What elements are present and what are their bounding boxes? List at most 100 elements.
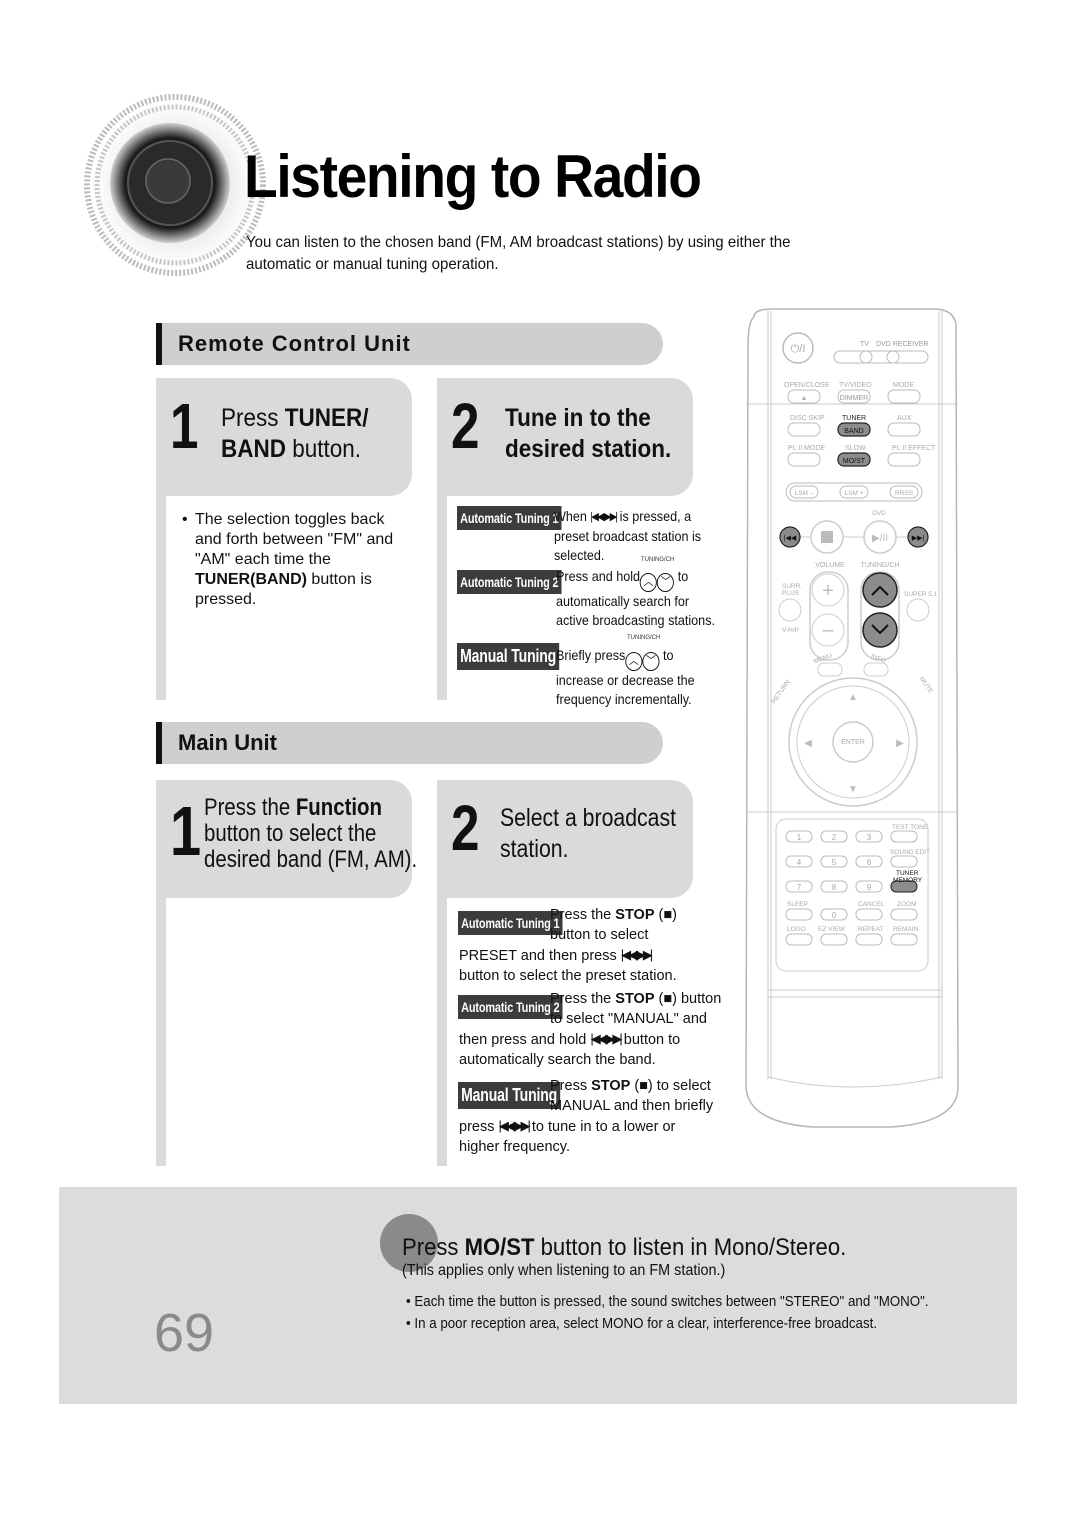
rrss-label: RRSS (895, 490, 914, 497)
arrow-right-icon: ▶ (896, 738, 904, 749)
text: press (459, 1119, 495, 1135)
text: station. (500, 835, 569, 863)
sound-edit-button (890, 855, 918, 868)
disc-skip-label: DISC SKIP (790, 415, 825, 422)
svg-text:8: 8 (832, 883, 837, 892)
text: MANUAL and then briefly (550, 1098, 714, 1114)
lsm-minus-label: LSM – (795, 490, 814, 497)
sleep-label: SLEEP (787, 901, 808, 908)
text: button to listen in Mono/Stereo. (534, 1234, 847, 1261)
bullet-text: The selection toggles back and forth bet… (195, 510, 412, 610)
text: Press (221, 404, 285, 432)
ez-view-button (820, 933, 848, 946)
badge-label: Automatic Tuning 2 (458, 995, 563, 1019)
dimmer-label: DIMMER (840, 395, 868, 402)
text: desired station. (505, 435, 672, 463)
text: to tune in to a lower or (531, 1119, 676, 1135)
text: When (554, 508, 587, 524)
text: Select a broadcast (500, 804, 677, 832)
surr-plus-label: SURR. (782, 583, 802, 590)
section-title: Remote Control Unit (178, 331, 411, 356)
tuning-description: Press STOP (■) to select MANUAL and then… (550, 1076, 713, 1116)
text: to select "MANUAL" and (550, 1011, 707, 1027)
logo-label: LOGO (787, 926, 806, 933)
badge-label: Automatic Tuning 1 (457, 506, 562, 530)
digit-button: 6 (855, 855, 883, 868)
svg-text:2: 2 (832, 833, 837, 842)
intro-text: You can listen to the chosen band (FM, A… (246, 234, 791, 273)
button-name: STOP (615, 907, 655, 923)
remote-control-graphic: ⏻/I TV DVD RECEIVER OPEN/CLOSE TV/VIDEO … (745, 308, 959, 1128)
skip-back-forward-icon: |◀◀ ▶▶| (620, 947, 653, 962)
step-instruction: Select a broadcast station. (500, 803, 676, 865)
text: Press and hold (556, 568, 641, 584)
tuning-down-icon: ﹀ (657, 573, 675, 592)
section-title: Main Unit (178, 730, 277, 755)
dvd-receiver-label: DVD RECEIVER (876, 341, 929, 348)
page-number: 69 (154, 1303, 215, 1363)
svg-text:4: 4 (797, 858, 802, 867)
page-title: Listening to Radio (244, 143, 702, 210)
svg-text:1: 1 (797, 833, 802, 842)
digit-button: 0 (820, 908, 848, 921)
text: then press and hold (459, 1032, 587, 1048)
skip-back-forward-icon: |◀◀ ▶▶| (498, 1118, 531, 1133)
step-number: 2 (451, 390, 480, 462)
tuner-label: TUNER (842, 415, 866, 422)
test-tone-label: TEST TONE (892, 824, 929, 831)
tip-bullet: • In a poor reception area, select MONO … (406, 1316, 878, 1332)
stop-icon (821, 531, 833, 543)
tuning-description: Press and hold ︿ ﹀ to automatically search… (556, 567, 723, 630)
tuning-up-icon: ︿ (640, 573, 658, 592)
pl2-mode-label: PL II MODE (788, 445, 825, 452)
tuning-description: Press the STOP (■) button to select "MAN… (550, 989, 721, 1029)
repeat-label: REPEAT (858, 926, 884, 933)
svg-text:7: 7 (797, 883, 802, 892)
text: Briefly press (556, 647, 626, 663)
tuning-description: Briefly press ︿ ﹀ to increase or decrease … (556, 646, 718, 709)
tip-title: Press MO/ST button to listen in Mono/Ste… (402, 1234, 846, 1262)
text: Each time the button is pressed, the sou… (414, 1294, 929, 1310)
zoom-label: ZOOM (897, 901, 917, 908)
text: Tune in to the (505, 404, 651, 432)
tuning-description: then press and hold |◀◀ ▶▶| button to au… (459, 1029, 729, 1070)
most-label: MO/ST (843, 458, 866, 465)
text: Press (402, 1234, 465, 1261)
cancel-label: CANCEL (858, 901, 885, 908)
digit-button: 3 (855, 830, 883, 843)
digit-button: 2 (820, 830, 848, 843)
tuning-description: press |◀◀ ▶▶| to tune in to a lower or h… (459, 1116, 729, 1157)
play-pause-icon: ▶/II (872, 533, 888, 544)
tuning-description: PRESET and then press |◀◀ ▶▶| button to … (459, 945, 729, 986)
svg-text:5: 5 (832, 858, 837, 867)
arrow-up-icon: ▲ (848, 692, 858, 703)
sleep-button (785, 908, 813, 921)
text: button. (285, 435, 362, 463)
section-heading-main: Main Unit (156, 722, 663, 764)
button-name: TUNER(BAND) (195, 571, 307, 588)
button-name: MO/ST (464, 1234, 535, 1261)
button-name: BAND (221, 435, 286, 463)
remain-label: REMAIN (893, 926, 919, 933)
text: desired band (FM, AM). (204, 846, 418, 873)
tv-label: TV (860, 341, 869, 348)
badge-label: Manual Tuning (457, 643, 560, 670)
digit-button: 9 (855, 880, 883, 893)
step-instruction: Press TUNER/ BAND button. (221, 403, 369, 465)
svg-text:▶▶|: ▶▶| (912, 535, 925, 542)
volume-up-icon: + (822, 580, 834, 602)
vhp-label: V-H/P (782, 627, 799, 634)
power-button: ⏻/I (782, 332, 814, 364)
skip-back-forward-icon: |◀◀ ▶▶| (590, 1031, 622, 1046)
text: button to select the preset station. (459, 968, 677, 984)
tip-note: (This applies only when listening to an … (402, 1262, 726, 1279)
svg-text:▲: ▲ (801, 395, 808, 402)
pl2-effect-label: PL II EFFECT (892, 445, 936, 452)
text: Press the (204, 794, 296, 821)
skip-forward-button-highlighted: ▶▶| (907, 526, 929, 548)
button-name: TUNER/ (284, 404, 369, 432)
text: higher frequency. (459, 1139, 570, 1155)
mode-label: MODE (893, 382, 914, 389)
zoom-button (890, 908, 918, 921)
text: automatically search the band. (459, 1052, 656, 1068)
